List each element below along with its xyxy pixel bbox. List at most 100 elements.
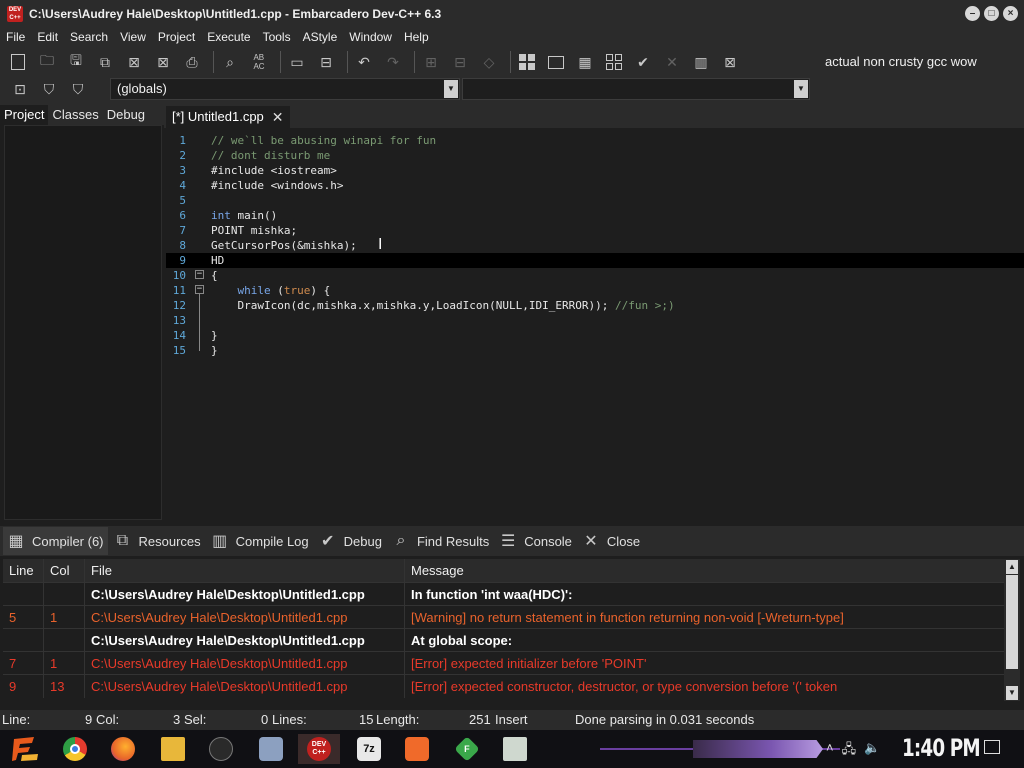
replace-button[interactable]: AB AC xyxy=(247,50,271,74)
open-button[interactable]: 🗀 xyxy=(35,50,59,74)
cell-message: [Error] expected constructor, destructor… xyxy=(411,679,838,694)
menu-help[interactable]: Help xyxy=(398,27,435,48)
maximize-button[interactable]: □ xyxy=(984,6,999,21)
syntax-check-button[interactable]: ✔ xyxy=(631,50,655,74)
taskbar-app-active[interactable]: DEV C++ xyxy=(298,734,340,764)
table-row[interactable]: 7 1 C:\Users\Audrey Hale\Desktop\Untitle… xyxy=(3,651,1004,675)
network-icon[interactable]: 🖧 xyxy=(842,740,857,762)
taskbar-app[interactable]: F xyxy=(446,734,488,764)
taskbar-app[interactable]: 7z xyxy=(348,734,390,764)
tab-close[interactable]: ✕ Close xyxy=(578,527,644,555)
tab-debug-output[interactable]: ✔ Debug xyxy=(315,527,386,555)
taskbar-app[interactable] xyxy=(494,734,536,764)
new-project-button[interactable]: ⊞ xyxy=(419,50,443,74)
menu-view[interactable]: View xyxy=(114,27,152,48)
unindent-button[interactable]: ⊟ xyxy=(314,50,338,74)
save-button[interactable]: 🖫 xyxy=(64,50,88,74)
tab-debug[interactable]: Debug xyxy=(103,105,149,125)
tab-project[interactable]: Project xyxy=(0,105,49,125)
close-tab-icon[interactable]: ✕ xyxy=(272,106,284,128)
compile-button[interactable] xyxy=(515,50,539,74)
remove-project-button[interactable]: ⊟ xyxy=(448,50,472,74)
compile-run-button[interactable]: ▦ xyxy=(573,50,597,74)
column-header-line[interactable]: Line xyxy=(3,559,44,582)
save-all-button[interactable]: ⧉ xyxy=(93,50,117,74)
table-row[interactable]: C:\Users\Audrey Hale\Desktop\Untitled1.c… xyxy=(3,582,1004,606)
minimize-button[interactable]: – xyxy=(965,6,980,21)
code-line: 3 #include <iostream> xyxy=(166,163,1024,178)
taskbar-app[interactable] xyxy=(396,734,438,764)
bookmark-icon: ⛉ xyxy=(43,81,55,97)
menu-search[interactable]: Search xyxy=(64,27,114,48)
menu-tools[interactable]: Tools xyxy=(257,27,297,48)
compile-icon xyxy=(519,54,535,70)
code-text: POINT mishka; xyxy=(211,224,298,237)
profile-button[interactable]: ▥ xyxy=(689,50,713,74)
insert-button[interactable]: ⊡ xyxy=(8,78,32,102)
start-button[interactable] xyxy=(10,735,40,763)
volume-icon[interactable]: 🔈 xyxy=(864,740,880,762)
tab-console[interactable]: ☰ Console xyxy=(495,527,576,555)
table-row[interactable]: 9 13 C:\Users\Audrey Hale\Desktop\Untitl… xyxy=(3,674,1004,698)
undo-button[interactable]: ↶ xyxy=(352,50,376,74)
project-options-button[interactable]: ◇ xyxy=(477,50,501,74)
column-header-message[interactable]: Message xyxy=(405,559,1004,582)
menu-file[interactable]: File xyxy=(0,27,31,48)
scope-combo[interactable]: (globals) ▼ xyxy=(110,78,460,100)
run-button[interactable] xyxy=(544,50,568,74)
redo-button[interactable]: ↷ xyxy=(381,50,405,74)
scrollbar-thumb[interactable] xyxy=(1006,575,1018,669)
taskbar-clock[interactable]: 1:40 PM xyxy=(902,734,981,762)
table-row[interactable]: 5 1 C:\Users\Audrey Hale\Desktop\Untitle… xyxy=(3,605,1004,629)
chevron-down-icon[interactable]: ▼ xyxy=(794,80,808,98)
tab-classes[interactable]: Classes xyxy=(48,105,102,125)
new-file-button[interactable] xyxy=(6,50,30,74)
taskbar-app[interactable] xyxy=(152,734,194,764)
indent-button[interactable]: ▭ xyxy=(285,50,309,74)
column-header-col[interactable]: Col xyxy=(44,559,85,582)
code-text: } xyxy=(211,329,218,342)
stop-execution-button[interactable]: ✕ xyxy=(660,50,684,74)
column-header-file[interactable]: File xyxy=(85,559,405,582)
tab-resources[interactable]: ⧉ Resources xyxy=(110,527,205,555)
menu-astyle[interactable]: AStyle xyxy=(297,27,344,48)
code-editor[interactable]: 1 // we`ll be abusing winapi for fun 2 // … xyxy=(166,128,1024,522)
taskbar-app[interactable] xyxy=(102,734,144,764)
chevron-up-icon[interactable]: ˄ xyxy=(826,740,834,762)
tab-untitled1[interactable]: [*] Untitled1.cpp ✕ xyxy=(166,106,290,128)
status-message: Done parsing in 0.031 seconds xyxy=(575,712,755,727)
scroll-down-icon[interactable]: ▼ xyxy=(1006,686,1018,700)
table-row[interactable]: C:\Users\Audrey Hale\Desktop\Untitled1.c… xyxy=(3,628,1004,652)
fold-toggle-icon[interactable]: − xyxy=(195,285,204,294)
rebuild-all-button[interactable] xyxy=(602,50,626,74)
code-line: 4 #include <windows.h> xyxy=(166,178,1024,193)
tab-compile-log[interactable]: ▥ Compile Log xyxy=(207,527,313,555)
delete-profile-button[interactable]: ⊠ xyxy=(718,50,742,74)
compiler-select[interactable]: actual non crusty gcc wow xyxy=(819,51,1019,73)
code-token: main() xyxy=(230,209,278,222)
close-button[interactable]: × xyxy=(1003,6,1018,21)
print-button[interactable]: ⎙ xyxy=(180,50,204,74)
fold-toggle-icon[interactable]: − xyxy=(195,270,204,279)
close-all-button[interactable]: ⊠ xyxy=(151,50,175,74)
members-combo[interactable]: ▼ xyxy=(462,78,810,100)
tab-compiler[interactable]: ▦ Compiler (6) xyxy=(3,527,108,555)
notification-icon[interactable] xyxy=(984,740,1000,754)
taskbar-app[interactable] xyxy=(250,734,292,764)
menu-window[interactable]: Window xyxy=(343,27,398,48)
menu-edit[interactable]: Edit xyxy=(31,27,64,48)
tab-find-results[interactable]: ⌕ Find Results xyxy=(388,527,493,555)
results-scrollbar[interactable]: ▲ ▼ xyxy=(1004,559,1020,701)
find-button[interactable]: ⌕ xyxy=(218,50,242,74)
toggle-bookmark-button[interactable]: ⛉ xyxy=(37,78,61,102)
menu-project[interactable]: Project xyxy=(152,27,201,48)
goto-bookmark-button[interactable]: ⛉ xyxy=(66,78,90,102)
close-file-button[interactable]: ⊠ xyxy=(122,50,146,74)
taskbar-app[interactable] xyxy=(200,734,242,764)
line-number: 5 xyxy=(179,194,186,207)
project-browser[interactable] xyxy=(4,125,162,520)
taskbar-app[interactable] xyxy=(54,734,96,764)
chevron-down-icon[interactable]: ▼ xyxy=(444,80,458,98)
menu-execute[interactable]: Execute xyxy=(201,27,256,48)
scroll-up-icon[interactable]: ▲ xyxy=(1006,560,1018,574)
